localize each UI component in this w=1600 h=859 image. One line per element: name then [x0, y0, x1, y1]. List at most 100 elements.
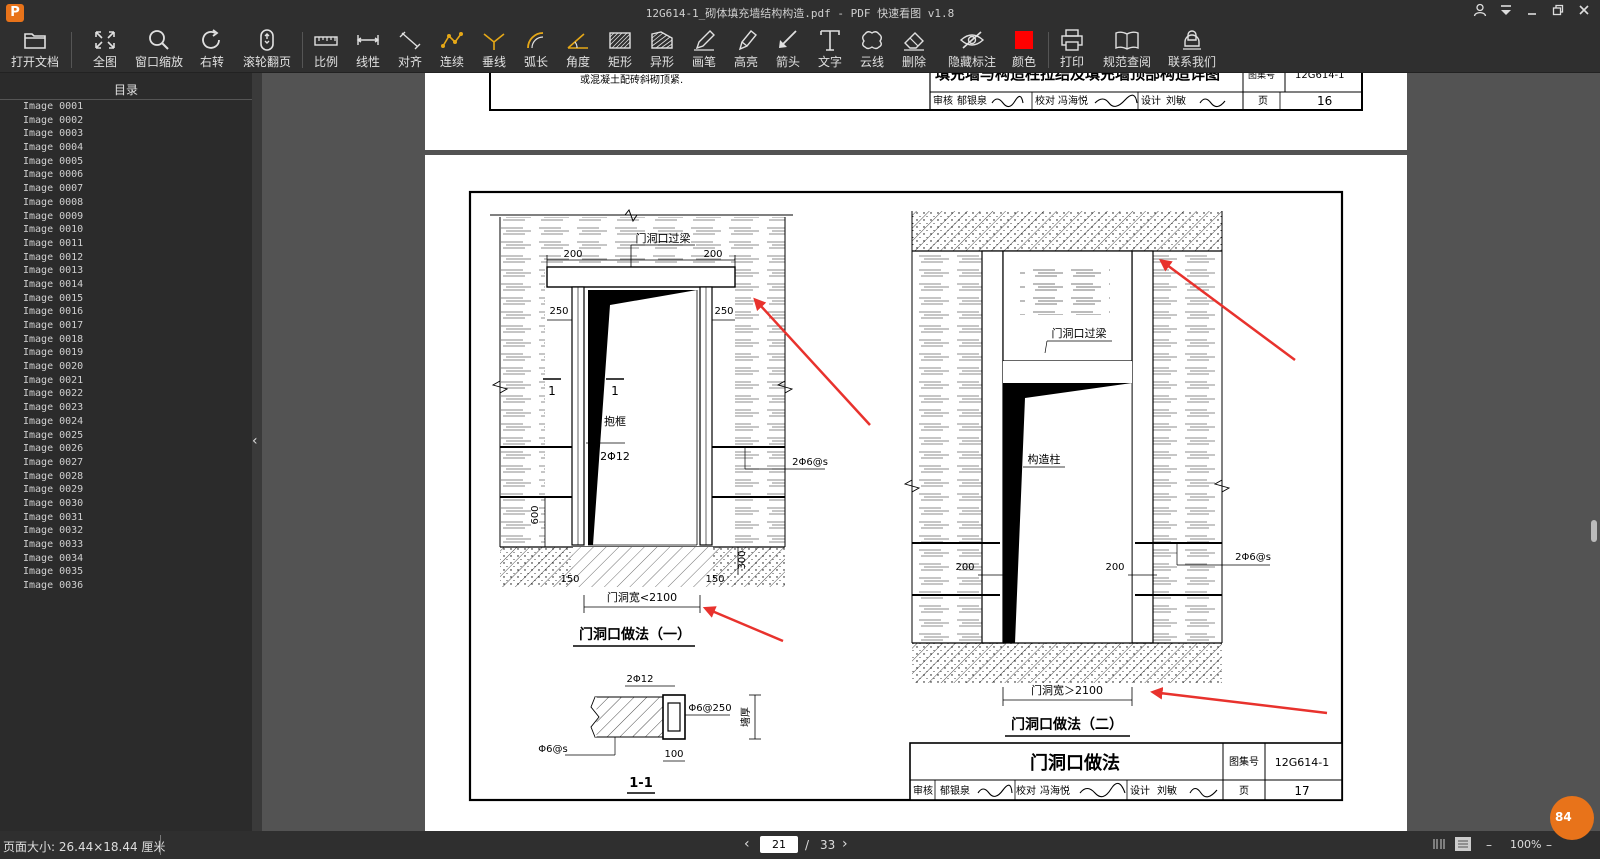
annotation-arrow[interactable]: [1150, 687, 1328, 715]
aligned-button[interactable]: 对齐: [394, 28, 426, 70]
door-width-one: 门洞宽<2100: [607, 590, 677, 604]
toc-item[interactable]: Image 0023: [23, 401, 252, 415]
window-zoom-button[interactable]: 窗口缩放: [132, 28, 186, 70]
linear-icon: [356, 35, 380, 45]
scale-button[interactable]: 比例: [310, 28, 342, 70]
print-button[interactable]: 打印: [1056, 28, 1088, 70]
toc-item[interactable]: Image 0002: [23, 114, 252, 128]
toc-item[interactable]: Image 0021: [23, 374, 252, 388]
toc-item[interactable]: Image 0008: [23, 196, 252, 210]
check-label: 校对: [1016, 784, 1036, 797]
toc-item[interactable]: Image 0014: [23, 278, 252, 292]
title-block: 门洞口做法 图集号 12G614-1 审核 郁银泉 校对 冯海悦 设计 刘敏 页…: [909, 742, 1343, 801]
document-viewer[interactable]: 或混凝土配砖斜砌顶紧. 填充墙与构造柱拉结及填充墙顶部构造详图 图集号 12G6…: [262, 65, 1600, 831]
perpendicular-button[interactable]: 垂线: [478, 28, 510, 70]
fit-page-button[interactable]: 全图: [86, 28, 124, 70]
section-tie-label: Φ6@s: [538, 744, 567, 755]
open-file-button[interactable]: 打开文档: [8, 28, 62, 70]
toc-item[interactable]: Image 0028: [23, 470, 252, 484]
section-mark-right: 1: [611, 384, 619, 398]
prev-review-label: 审核: [933, 94, 953, 107]
angle-button[interactable]: 角度: [562, 28, 594, 70]
vertical-scrollbar-thumb[interactable]: [1591, 520, 1597, 542]
toc-item[interactable]: Image 0035: [23, 565, 252, 579]
menu-dropdown-icon[interactable]: [1498, 3, 1514, 21]
toc-item[interactable]: Image 0022: [23, 387, 252, 401]
prev-check-label: 校对: [1035, 94, 1055, 107]
irregular-button[interactable]: 异形: [646, 28, 678, 70]
toc-item[interactable]: Image 0027: [23, 456, 252, 470]
color-button[interactable]: 颜色: [1008, 28, 1040, 70]
sidebar-collapse-handle[interactable]: ‹: [252, 73, 262, 831]
lintel-label-two: 门洞口过梁: [1052, 326, 1107, 340]
toc-item[interactable]: Image 0019: [23, 346, 252, 360]
prev-page-button[interactable]: ‹: [744, 836, 750, 852]
cloud-icon: [862, 31, 882, 50]
scroll-page-button[interactable]: 滚轮翻页: [240, 28, 294, 70]
toc-item[interactable]: Image 0007: [23, 182, 252, 196]
toc-item[interactable]: Image 0024: [23, 415, 252, 429]
toc-item[interactable]: Image 0001: [23, 100, 252, 114]
eraser-icon: [904, 32, 924, 51]
toc-item[interactable]: Image 0013: [23, 264, 252, 278]
highlight-button[interactable]: 高亮: [730, 28, 762, 70]
close-button[interactable]: [1576, 3, 1592, 21]
toc-item[interactable]: Image 0016: [23, 305, 252, 319]
continuous-button[interactable]: 连续: [436, 28, 468, 70]
pen-button[interactable]: 画笔: [688, 28, 720, 70]
linear-button[interactable]: 线性: [352, 28, 384, 70]
single-page-view-icon[interactable]: [1454, 836, 1472, 855]
design-label: 设计: [1130, 784, 1150, 797]
restore-button[interactable]: [1550, 3, 1566, 21]
toc-item[interactable]: Image 0011: [23, 237, 252, 251]
delete-button[interactable]: 删除: [898, 28, 930, 70]
arrow-button[interactable]: 箭头: [772, 28, 804, 70]
toc-item[interactable]: Image 0030: [23, 497, 252, 511]
cloud-button[interactable]: 云线: [856, 28, 888, 70]
toc-item[interactable]: Image 0034: [23, 552, 252, 566]
rectangle-button[interactable]: 矩形: [604, 28, 636, 70]
toc-item[interactable]: Image 0025: [23, 429, 252, 443]
toc-item[interactable]: Image 0032: [23, 524, 252, 538]
two-page-view-icon[interactable]: [1432, 837, 1446, 854]
toc-item[interactable]: Image 0031: [23, 511, 252, 525]
toc-item[interactable]: Image 0029: [23, 483, 252, 497]
zoom-out-button[interactable]: –: [1486, 838, 1492, 852]
toc-item[interactable]: Image 0010: [23, 223, 252, 237]
spec-lookup-button[interactable]: 规范查阅: [1100, 28, 1154, 70]
minimize-button[interactable]: [1524, 3, 1540, 21]
support-icon: [1183, 30, 1201, 50]
toc-item[interactable]: Image 0020: [23, 360, 252, 374]
arc-icon: [527, 32, 544, 49]
page-number-input[interactable]: 21: [760, 836, 798, 853]
contact-button[interactable]: 联系我们: [1164, 28, 1220, 70]
toc-item[interactable]: Image 0009: [23, 210, 252, 224]
status-bar: 页面大小: 26.44×18.44 厘米 ‹ 21 / 33 › – 100% …: [0, 831, 1600, 859]
hide-marks-button[interactable]: 隐藏标注: [944, 28, 1000, 70]
tie-label-two: 2Φ6@s: [1235, 552, 1271, 563]
toc-item[interactable]: Image 0015: [23, 292, 252, 306]
float-assistant-badge[interactable]: 84: [1550, 796, 1594, 840]
text-button[interactable]: 文字: [814, 28, 846, 70]
rotate-right-button[interactable]: 右转: [194, 28, 230, 70]
checker-name: 冯海悦: [1040, 784, 1070, 797]
toc-item[interactable]: Image 0012: [23, 251, 252, 265]
user-icon[interactable]: [1472, 3, 1488, 21]
toc-item[interactable]: Image 0006: [23, 168, 252, 182]
next-page-button[interactable]: ›: [842, 836, 848, 852]
toc-item[interactable]: Image 0036: [23, 579, 252, 593]
chevron-left-icon: ‹: [252, 433, 258, 449]
zoom-in-button[interactable]: –: [1546, 838, 1552, 852]
arc-length-button[interactable]: 弧长: [520, 28, 552, 70]
toc-item[interactable]: Image 0005: [23, 155, 252, 169]
annotation-arrow[interactable]: [702, 606, 784, 643]
prev-checker: 冯海悦: [1058, 94, 1088, 107]
toc-item[interactable]: Image 0004: [23, 141, 252, 155]
toc-item[interactable]: Image 0003: [23, 127, 252, 141]
section-rebar-label: 2Φ12: [627, 674, 654, 685]
toc-item[interactable]: Image 0026: [23, 442, 252, 456]
toc-item[interactable]: Image 0018: [23, 333, 252, 347]
toc-item[interactable]: Image 0033: [23, 538, 252, 552]
toc-item[interactable]: Image 0017: [23, 319, 252, 333]
reviewer-name: 郁银泉: [940, 784, 970, 797]
